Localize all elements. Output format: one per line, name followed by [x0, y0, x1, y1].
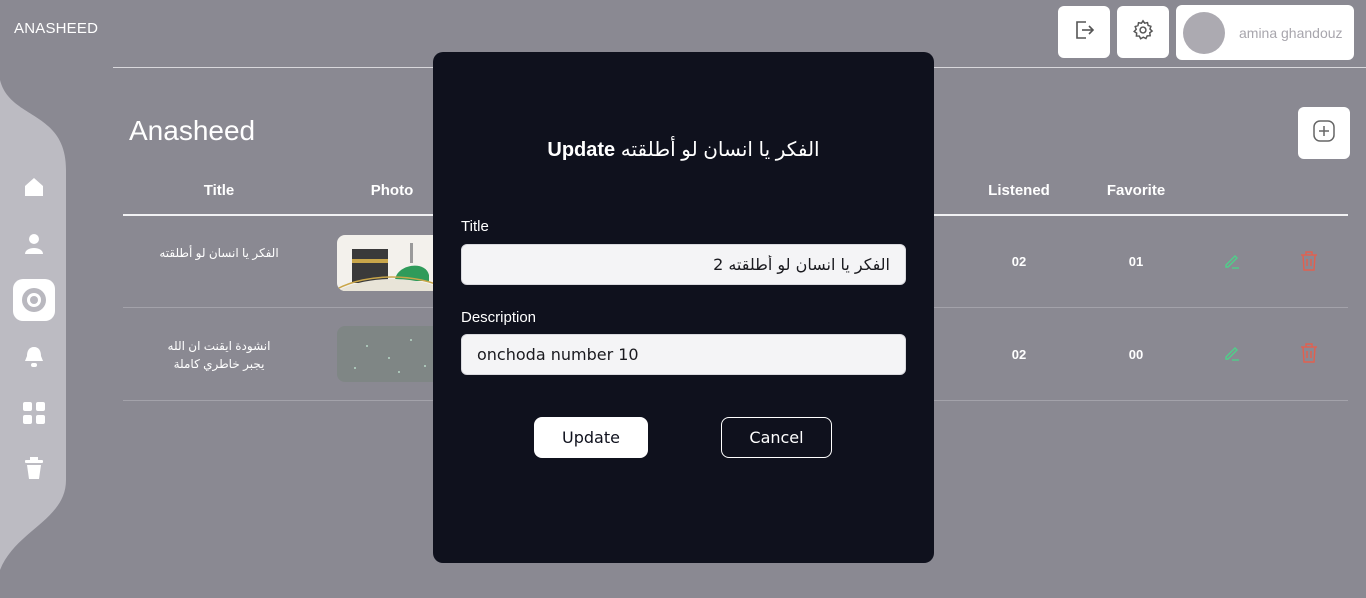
disc-icon	[21, 287, 47, 313]
sidebar-item-users[interactable]	[13, 223, 55, 265]
row-listened: 02	[1011, 254, 1027, 269]
column-header-listened: Listened	[988, 182, 1050, 199]
sidebar-item-notifications[interactable]	[13, 336, 55, 378]
modal-title-name: الفكر يا انسان لو أطلقته	[620, 139, 820, 161]
add-square-icon	[1312, 119, 1336, 148]
row-favorite: 00	[1128, 347, 1144, 362]
edit-button[interactable]	[1221, 252, 1243, 274]
column-header-favorite: Favorite	[1106, 182, 1166, 199]
bell-icon	[24, 346, 44, 368]
profile-name: amina ghandouz	[1239, 24, 1343, 41]
row-title: انشودة ايقنت ان الله يجبر خاطري كاملة	[167, 339, 271, 371]
title-field-label: Title	[461, 218, 489, 235]
trash-icon	[1300, 250, 1318, 276]
avatar	[1183, 11, 1225, 54]
settings-button[interactable]	[1117, 6, 1169, 58]
row-listened: 02	[1011, 347, 1027, 362]
home-icon	[24, 177, 44, 197]
row-photo	[337, 235, 447, 291]
sidebar-item-home[interactable]	[13, 166, 55, 208]
description-field-label: Description	[461, 309, 537, 326]
title-field[interactable]	[461, 244, 906, 285]
modal-title-action: Update	[547, 139, 616, 161]
row-title: الفكر يا انسان لو أطلقته	[159, 246, 279, 260]
brand-logo-text: ANASHEED	[14, 20, 99, 37]
trash-icon	[1300, 342, 1318, 368]
page-title: Anasheed	[129, 115, 256, 146]
logout-button[interactable]	[1058, 6, 1110, 58]
update-modal: Update الفكر يا انسان لو أطلقته Title De…	[433, 52, 934, 563]
add-anasheed-button[interactable]	[1298, 107, 1350, 159]
row-favorite: 01	[1128, 254, 1144, 269]
sidebar-item-trash[interactable]	[13, 447, 55, 489]
delete-button[interactable]	[1298, 342, 1320, 368]
trash-icon	[24, 457, 44, 479]
logout-icon	[1072, 18, 1096, 47]
edit-button[interactable]	[1221, 344, 1243, 366]
cancel-button[interactable]: Cancel	[721, 417, 832, 458]
delete-button[interactable]	[1298, 250, 1320, 276]
description-field[interactable]	[461, 334, 906, 375]
update-button[interactable]: Update	[534, 417, 648, 458]
edit-pencil-icon	[1223, 252, 1241, 275]
grid-icon	[23, 402, 45, 424]
gear-icon	[1132, 19, 1154, 46]
column-header-photo: Photo	[370, 182, 414, 199]
profile-menu[interactable]: amina ghandouz	[1176, 5, 1354, 60]
sidebar-item-anasheed[interactable]	[13, 279, 55, 321]
column-header-title: Title	[203, 182, 235, 199]
sidebar-item-dashboard[interactable]	[13, 392, 55, 434]
user-icon	[24, 233, 44, 255]
row-photo	[337, 326, 447, 382]
edit-pencil-icon	[1223, 344, 1241, 367]
modal-title: Update الفكر يا انسان لو أطلقته	[433, 137, 934, 162]
